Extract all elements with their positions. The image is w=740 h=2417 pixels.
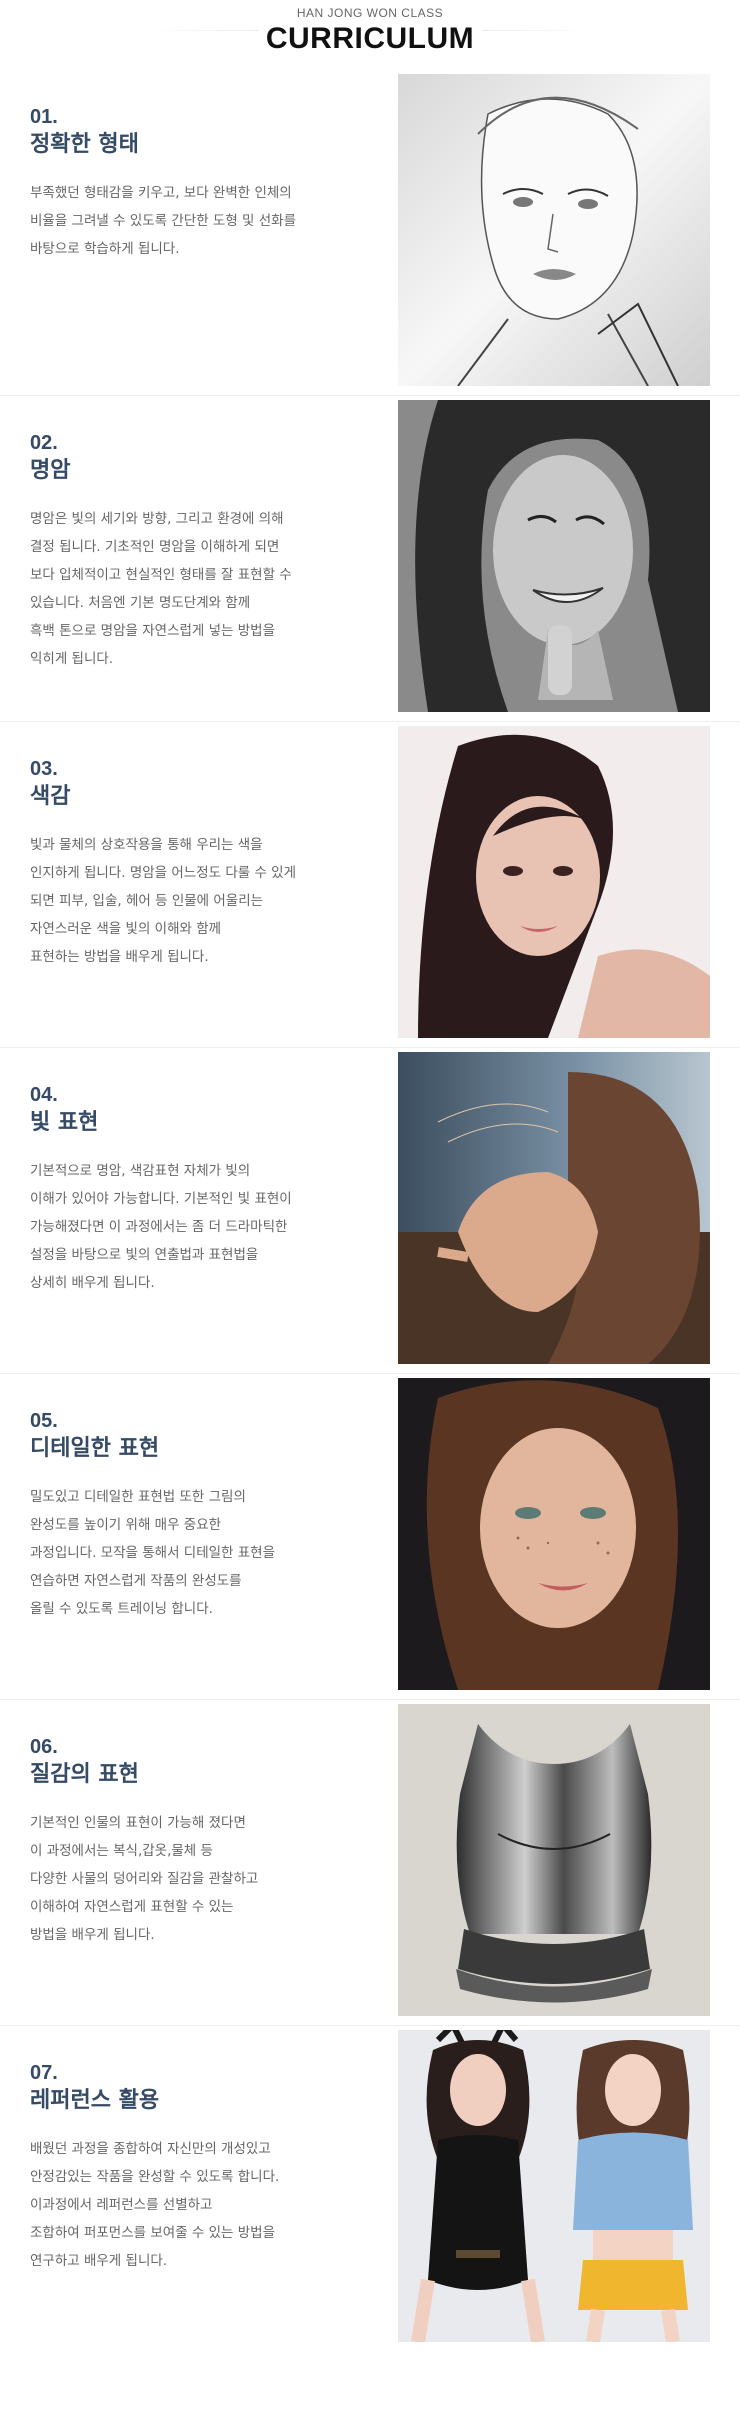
curriculum-description: 기본적인 인물의 표현이 가능해 졌다면 이 과정에서는 복식,갑옷,물체 등 … (30, 1815, 259, 1943)
curriculum-item: 03. 색감 빛과 물체의 상호작용을 통해 우리는 색을 인지하게 됩니다. … (0, 722, 740, 1048)
curriculum-description: 배웠던 과정을 종합하여 자신만의 개성있고 안정감있는 작품을 완성할 수 있… (30, 2141, 280, 2269)
curriculum-number: 02. (30, 432, 58, 454)
curriculum-number: 01. (30, 106, 58, 128)
curriculum-number: 03. (30, 758, 58, 780)
curriculum-text: 02. 명암 명암은 빛의 세기와 방향, 그리고 환경에 의해 결정 됩니다.… (30, 396, 370, 673)
curriculum-title: 정확한 형태 (30, 132, 139, 157)
curriculum-text: 04. 빛 표현 기본적으로 명암, 색감표현 자체가 빛의 이해가 있어야 가… (30, 1048, 370, 1297)
header-title: CURRICULUM (0, 22, 740, 56)
curriculum-title: 디테일한 표현 (30, 1436, 160, 1461)
pencil-sketch-image (398, 74, 710, 386)
curriculum-title: 색감 (30, 784, 71, 809)
curriculum-description: 빛과 물체의 상호작용을 통해 우리는 색을 인지하게 됩니다. 명암을 어느정… (30, 837, 297, 965)
curriculum-text: 06. 질감의 표현 기본적인 인물의 표현이 가능해 졌다면 이 과정에서는 … (30, 1700, 370, 1949)
curriculum-number: 04. (30, 1084, 58, 1106)
header-subtitle: HAN JONG WON CLASS (296, 6, 444, 20)
curriculum-header: HAN JONG WON CLASS CURRICULUM (0, 0, 740, 70)
curriculum-number: 07. (30, 2062, 58, 2084)
curriculum-text: 03. 색감 빛과 물체의 상호작용을 통해 우리는 색을 인지하게 됩니다. … (30, 722, 370, 971)
curriculum-item: 05. 디테일한 표현 밀도있고 디테일한 표현법 또한 그림의 완성도를 높이… (0, 1374, 740, 1700)
curriculum-item: 06. 질감의 표현 기본적인 인물의 표현이 가능해 졌다면 이 과정에서는 … (0, 1700, 740, 2026)
curriculum-title: 명암 (30, 458, 71, 483)
curriculum-text: 05. 디테일한 표현 밀도있고 디테일한 표현법 또한 그림의 완성도를 높이… (30, 1374, 370, 1623)
reference-illustration-image (398, 2030, 710, 2342)
curriculum-number: 06. (30, 1736, 58, 1758)
curriculum-item: 02. 명암 명암은 빛의 세기와 방향, 그리고 환경에 의해 결정 됩니다.… (0, 396, 740, 722)
curriculum-item: 04. 빛 표현 기본적으로 명암, 색감표현 자체가 빛의 이해가 있어야 가… (0, 1048, 740, 1374)
curriculum-title: 빛 표현 (30, 1110, 99, 1135)
grayscale-portrait-image (398, 400, 710, 712)
curriculum-item: 07. 레퍼런스 활용 배웠던 과정을 종합하여 자신만의 개성있고 안정감있는… (0, 2026, 740, 2351)
curriculum-number: 05. (30, 1410, 58, 1432)
curriculum-description: 명암은 빛의 세기와 방향, 그리고 환경에 의해 결정 됩니다. 기초적인 명… (30, 511, 292, 667)
curriculum-description: 밀도있고 디테일한 표현법 또한 그림의 완성도를 높이기 위해 매우 중요한 … (30, 1489, 276, 1617)
freckled-portrait-image (398, 1378, 710, 1690)
curriculum-description: 기본적으로 명암, 색감표현 자체가 빛의 이해가 있어야 가능합니다. 기본적… (30, 1163, 292, 1291)
curriculum-title: 질감의 표현 (30, 1762, 139, 1787)
curriculum-title: 레퍼런스 활용 (30, 2088, 160, 2113)
color-portrait-image (398, 726, 710, 1038)
header-title-text: CURRICULUM (257, 22, 483, 55)
metal-armor-image (398, 1704, 710, 2016)
curriculum-description: 부족했던 형태감을 키우고, 보다 완벽한 인체의 비율을 그려낼 수 있도록 … (30, 185, 297, 257)
curriculum-text: 01. 정확한 형태 부족했던 형태감을 키우고, 보다 완벽한 인체의 비율을… (30, 70, 370, 263)
curriculum-item: 01. 정확한 형태 부족했던 형태감을 키우고, 보다 완벽한 인체의 비율을… (0, 70, 740, 396)
curriculum-text: 07. 레퍼런스 활용 배웠던 과정을 종합하여 자신만의 개성있고 안정감있는… (30, 2026, 370, 2275)
curriculum-list: 01. 정확한 형태 부족했던 형태감을 키우고, 보다 완벽한 인체의 비율을… (0, 70, 740, 2351)
backlit-portrait-image (398, 1052, 710, 1364)
